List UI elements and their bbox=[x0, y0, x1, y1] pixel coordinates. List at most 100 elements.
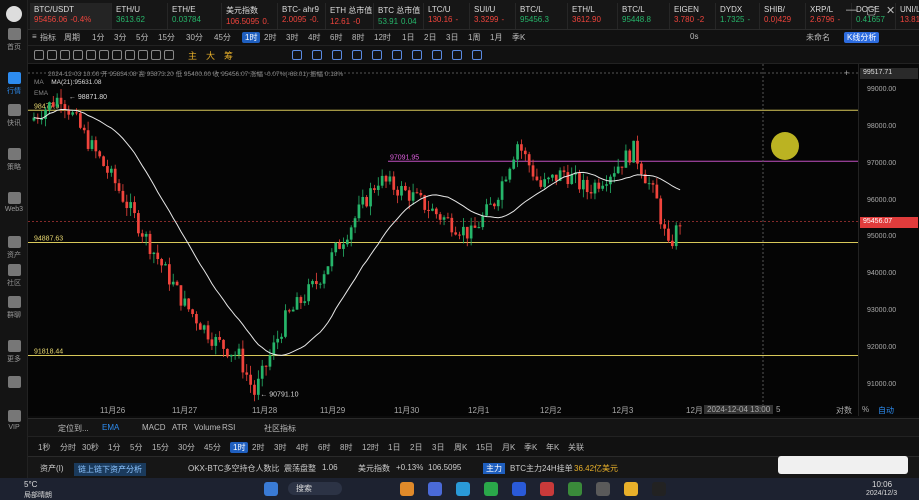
app-icon-10[interactable] bbox=[652, 482, 666, 496]
toolbar-interval[interactable]: 2日 bbox=[424, 32, 436, 43]
interval-option[interactable]: 1秒 bbox=[38, 442, 50, 453]
toolbar-interval[interactable]: 2时 bbox=[264, 32, 276, 43]
app-icon-2[interactable] bbox=[428, 482, 442, 496]
indicator-tab[interactable]: 定位到... bbox=[58, 423, 89, 434]
symbol-tab[interactable]: EIGEN 3.780 -2 bbox=[670, 3, 716, 29]
symbol-tab[interactable]: LTC/U 130.16- bbox=[424, 3, 470, 29]
toolbar-interval[interactable]: 5分 bbox=[136, 32, 148, 43]
draw-tool-icon[interactable] bbox=[86, 50, 96, 60]
nav-item-2[interactable]: 快讯 bbox=[0, 104, 28, 128]
symbol-tab[interactable]: SUI/U 3.3299- bbox=[470, 3, 516, 29]
interval-option[interactable]: 年K bbox=[546, 442, 559, 453]
interval-option[interactable]: 1分 bbox=[108, 442, 120, 453]
draw-tool-icon[interactable] bbox=[125, 50, 135, 60]
browser-icon[interactable] bbox=[456, 482, 470, 496]
symbol-tab[interactable]: DYDX 1.7325- bbox=[716, 3, 760, 29]
interval-option[interactable]: 周K bbox=[454, 442, 467, 453]
asset-label[interactable]: 资产(I) bbox=[40, 463, 64, 474]
toolbar-interval[interactable]: 45分 bbox=[214, 32, 231, 43]
symbol-tab[interactable]: ETH 总市值 12.61 -0 bbox=[326, 3, 374, 29]
weather-temp[interactable]: 5°C bbox=[24, 480, 37, 489]
toolbar-interval[interactable]: 12时 bbox=[374, 32, 391, 43]
draw-tool-icon[interactable] bbox=[34, 50, 44, 60]
add-icon[interactable]: + bbox=[844, 68, 849, 78]
news-title[interactable]: OKX-BTC多空持仓人数比 bbox=[188, 463, 280, 474]
interval-option[interactable]: 45分 bbox=[204, 442, 221, 453]
nav-item-8[interactable]: 更多 bbox=[0, 340, 28, 364]
interval-option[interactable]: 1日 bbox=[388, 442, 400, 453]
app-logo-icon[interactable] bbox=[6, 6, 22, 22]
draw-shape-icon[interactable] bbox=[292, 50, 302, 60]
symbol-tab[interactable]: SHIB/0.0)429 bbox=[760, 3, 806, 29]
account-dropdown[interactable]: 未命名 bbox=[806, 32, 830, 43]
draw-tool-icon[interactable] bbox=[99, 50, 109, 60]
draw-shape-icon[interactable] bbox=[372, 50, 382, 60]
interval-option[interactable]: 8时 bbox=[340, 442, 352, 453]
interval-option[interactable]: 30分 bbox=[178, 442, 195, 453]
toolbar-interval[interactable]: 1分 bbox=[92, 32, 104, 43]
asset-analysis-link[interactable]: 链上链下资产分析 bbox=[74, 463, 146, 476]
draw-tool-icon[interactable] bbox=[60, 50, 70, 60]
draw-main-label[interactable]: 主 bbox=[188, 49, 197, 62]
toolbar-interval[interactable]: 周期 bbox=[64, 32, 80, 43]
draw-shape-icon[interactable] bbox=[472, 50, 482, 60]
percent-toggle[interactable]: % bbox=[862, 405, 869, 414]
nav-item-1[interactable]: 行情 bbox=[0, 72, 28, 96]
draw-tool-icon[interactable] bbox=[164, 50, 174, 60]
minimize-icon[interactable]: — bbox=[846, 4, 857, 16]
indicator-tab[interactable]: EMA bbox=[102, 423, 119, 432]
symbol-tab[interactable]: BTC/L 95456.3 bbox=[516, 3, 568, 29]
interval-option[interactable]: 3时 bbox=[274, 442, 286, 453]
indicator-button[interactable]: 指标 bbox=[40, 32, 56, 43]
app-icon-4[interactable] bbox=[484, 482, 498, 496]
toolbar-interval[interactable]: 3时 bbox=[286, 32, 298, 43]
toolbar-interval[interactable]: 1周 bbox=[468, 32, 480, 43]
nav-item-6[interactable]: 社区 bbox=[0, 264, 28, 288]
symbol-tab[interactable]: BTC/L 95448.8 bbox=[618, 3, 670, 29]
log-scale-toggle[interactable]: 对数 bbox=[836, 405, 852, 416]
interval-option[interactable]: 2日 bbox=[410, 442, 422, 453]
symbol-tab[interactable]: ETH/E 0.03784 bbox=[168, 3, 222, 29]
toolbar-interval[interactable]: 3分 bbox=[114, 32, 126, 43]
interval-option[interactable]: 2时 bbox=[252, 442, 264, 453]
toolbar-interval[interactable]: 15分 bbox=[158, 32, 175, 43]
toolbar-interval[interactable]: 3日 bbox=[446, 32, 458, 43]
taskbar-search[interactable]: 搜索 bbox=[288, 482, 342, 495]
indicator-tab[interactable]: ATR bbox=[172, 423, 187, 432]
draw-shape-icon[interactable] bbox=[432, 50, 442, 60]
candlestick-chart[interactable]: 98477.9 97091.95 94887.63 91818.44 ← 98871.8… bbox=[28, 64, 919, 416]
interval-option[interactable]: 季K bbox=[524, 442, 537, 453]
symbol-tab[interactable]: 美元指数 106.5095 0. bbox=[222, 3, 278, 29]
draw-tool-icon[interactable] bbox=[73, 50, 83, 60]
toolbar-interval[interactable]: 1日 bbox=[402, 32, 414, 43]
app-icon-7[interactable] bbox=[568, 482, 582, 496]
interval-option[interactable]: 30秒 bbox=[82, 442, 99, 453]
interval-option[interactable]: 关联 bbox=[568, 442, 584, 453]
price-axis[interactable]: 99000.00 98000.00 97000.00 96000.00 95000.00… bbox=[858, 64, 919, 416]
symbol-tab[interactable]: UNI/L13.817- bbox=[896, 3, 919, 29]
draw-tool-icon[interactable] bbox=[138, 50, 148, 60]
windows-start-icon[interactable] bbox=[264, 482, 278, 496]
draw-tool-icon[interactable] bbox=[47, 50, 57, 60]
draw-shape-icon[interactable] bbox=[412, 50, 422, 60]
kline-analysis-button[interactable]: K线分析 bbox=[844, 32, 880, 43]
clock-time[interactable]: 10:06 bbox=[872, 480, 892, 489]
maximize-icon[interactable]: ▢ bbox=[866, 4, 876, 17]
app-icon-1[interactable] bbox=[400, 482, 414, 496]
auto-scale-toggle[interactable]: 自动 bbox=[878, 405, 894, 416]
nav-item-10[interactable]: VIP bbox=[0, 410, 28, 431]
toolbar-interval[interactable]: 4时 bbox=[308, 32, 320, 43]
app-icon-5[interactable] bbox=[512, 482, 526, 496]
interval-option[interactable]: 3日 bbox=[432, 442, 444, 453]
nav-item-9[interactable] bbox=[0, 376, 28, 390]
interval-option[interactable]: 15日 bbox=[476, 442, 493, 453]
interval-option[interactable]: 6时 bbox=[318, 442, 330, 453]
indicator-tab[interactable]: MACD bbox=[142, 423, 166, 432]
ma-toggle[interactable]: MA MA(21):95631.08 bbox=[34, 79, 101, 86]
draw-chip-label[interactable]: 筹 bbox=[224, 49, 233, 62]
symbol-tab[interactable]: BTC/USDT 95456.06 -0.4% bbox=[30, 3, 112, 29]
draw-tool-icon[interactable] bbox=[112, 50, 122, 60]
interval-option[interactable]: 1时 bbox=[230, 442, 249, 453]
indicator-tab[interactable]: RSI bbox=[222, 423, 235, 432]
draw-shape-icon[interactable] bbox=[452, 50, 462, 60]
